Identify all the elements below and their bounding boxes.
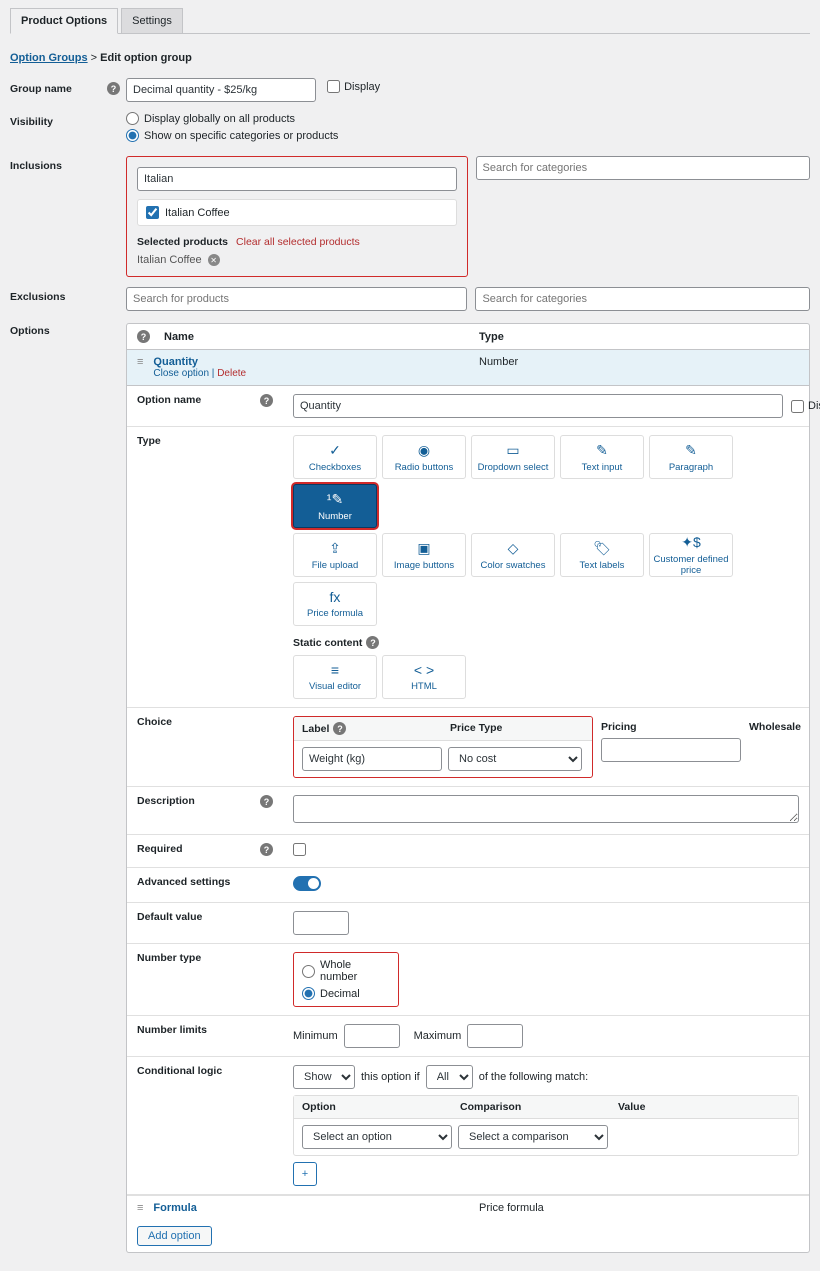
inclusions-category-search[interactable] [476,156,810,180]
label-visibility: Visibility [10,112,126,128]
editor-icon: ≡ [331,662,339,678]
dropdown-icon: ▭ [506,442,519,459]
minimum-input[interactable] [344,1024,400,1048]
option-row: ≡ Quantity Close option | Delete Number [127,350,809,386]
selected-product-item: Italian Coffee ✕ [137,254,457,266]
option-display-checkbox[interactable] [791,400,804,413]
radio-icon: ◉ [418,442,430,459]
default-value-input[interactable] [293,911,349,935]
group-name-input[interactable] [126,78,316,102]
type-checkboxes[interactable]: ✓Checkboxes [293,435,377,479]
display-checkbox-label[interactable]: Display [327,80,380,93]
formula-icon: fx [330,589,341,605]
option-name-link[interactable]: Quantity [153,356,198,368]
type-file-upload[interactable]: ⇪File upload [293,533,377,577]
col-header-type: Type [479,331,799,343]
option-row: ≡ Formula Price formula [127,1195,809,1220]
type-dropdown[interactable]: ▭Dropdown select [471,435,555,479]
visibility-specific-radio[interactable] [126,129,139,142]
help-icon[interactable]: ? [260,394,273,407]
type-number[interactable]: ¹✎Number [293,484,377,528]
exclusions-category-search[interactable] [475,287,810,311]
upload-icon: ⇪ [329,540,341,557]
maximum-input[interactable] [467,1024,523,1048]
label-exclusions: Exclusions [10,287,126,303]
conditional-show-select[interactable]: Show [293,1065,355,1089]
add-option-button[interactable]: Add option [137,1226,212,1246]
pricing-input[interactable] [601,738,741,762]
help-icon[interactable]: ? [107,82,120,95]
breadcrumb-current: Edit option group [100,52,192,64]
clear-selected-products-link[interactable]: Clear all selected products [236,236,360,248]
choice-price-type-select[interactable]: No cost [448,747,582,771]
choice-box: Label? Price Type No cost [293,716,593,778]
help-icon[interactable]: ? [366,636,379,649]
swatch-icon: ◇ [508,540,519,557]
type-radio[interactable]: ◉Radio buttons [382,435,466,479]
whole-number-radio[interactable] [302,965,315,978]
required-checkbox[interactable] [293,843,306,856]
add-condition-button[interactable]: + [293,1162,317,1186]
inclusions-product-search[interactable] [137,167,457,191]
drag-handle-icon[interactable]: ≡ [137,1202,143,1214]
display-checkbox[interactable] [327,80,340,93]
help-icon[interactable]: ? [260,843,273,856]
type-customer-price[interactable]: ✦$Customer defined price [649,533,733,577]
image-icon: ▣ [417,540,430,557]
label-group-name: Group name ? [10,78,126,95]
type-price-formula[interactable]: fxPrice formula [293,582,377,626]
advanced-toggle[interactable] [293,876,321,891]
type-html[interactable]: < >HTML [382,655,466,699]
number-type-box: Whole number Decimal [293,952,399,1007]
check-icon: ✓ [329,442,341,459]
label-icon: 🏷 [593,540,611,557]
conditional-all-select[interactable]: All [426,1065,473,1089]
option-type-cell: Number [479,356,799,368]
decimal-radio[interactable] [302,987,315,1000]
type-text-labels[interactable]: 🏷Text labels [560,533,644,577]
col-header-name: Name [164,331,479,343]
type-visual-editor[interactable]: ≡Visual editor [293,655,377,699]
help-icon[interactable]: ? [137,330,150,343]
type-text[interactable]: ✎Text input [560,435,644,479]
conditional-comparison-select[interactable]: Select a comparison [458,1125,608,1149]
breadcrumb: Option Groups > Edit option group [10,52,810,64]
type-color-swatches[interactable]: ◇Color swatches [471,533,555,577]
label-inclusions: Inclusions [10,156,126,172]
help-icon[interactable]: ? [260,795,273,808]
option-name-input[interactable] [293,394,783,418]
type-image-buttons[interactable]: ▣Image buttons [382,533,466,577]
option-type-cell: Price formula [479,1202,799,1214]
delete-option-link[interactable]: Delete [217,368,246,379]
option-name-link[interactable]: Formula [153,1202,196,1214]
remove-selected-icon[interactable]: ✕ [208,254,220,266]
tab-settings[interactable]: Settings [121,8,183,33]
help-icon[interactable]: ? [333,722,346,735]
exclusions-product-search[interactable] [126,287,467,311]
price-icon: ✦$ [681,534,701,551]
label-options: Options [10,321,126,337]
close-option-link[interactable]: Close option [153,368,209,379]
type-paragraph[interactable]: ✎Paragraph [649,435,733,479]
tab-product-options[interactable]: Product Options [10,8,118,34]
inclusions-box: Italian Coffee Selected products Clear a… [126,156,468,277]
text-icon: ✎ [596,442,608,459]
number-icon: ¹✎ [327,491,343,508]
visibility-global-radio[interactable] [126,112,139,125]
html-icon: < > [414,662,434,678]
plus-icon: + [302,1168,308,1180]
paragraph-icon: ✎ [685,442,697,459]
choice-label-input[interactable] [302,747,442,771]
conditional-option-select[interactable]: Select an option [302,1125,452,1149]
inclusions-product-checkbox[interactable] [146,206,159,219]
breadcrumb-root[interactable]: Option Groups [10,52,88,64]
description-textarea[interactable] [293,795,799,823]
drag-handle-icon[interactable]: ≡ [137,356,143,368]
